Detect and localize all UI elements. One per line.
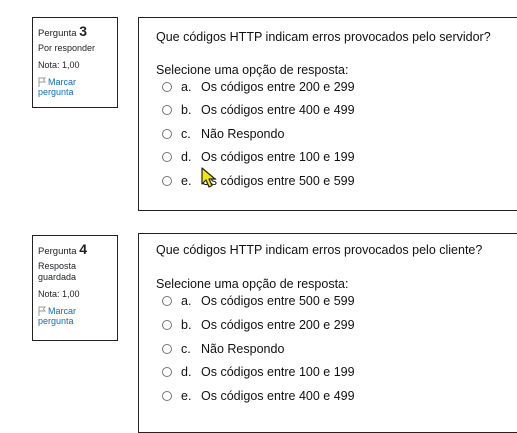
radio-button[interactable] [162, 367, 172, 377]
option-label[interactable]: Os códigos entre 500 e 599 [201, 174, 355, 188]
question-3-prompt: Selecione uma opção de resposta: [156, 63, 349, 77]
question-3-info: Pergunta 3 Por responder Nota: 1,00 Marc… [32, 17, 118, 108]
question-4-number: Pergunta 4 [38, 242, 113, 259]
question-3-number: Pergunta 3 [38, 24, 113, 41]
question-4-option-c[interactable]: c. Não Respondo [162, 340, 284, 358]
question-4-option-a[interactable]: a. Os códigos entre 500 e 599 [162, 292, 355, 310]
flag-label-line1: Marcar [48, 77, 77, 87]
option-letter: a. [181, 80, 192, 94]
option-label[interactable]: Os códigos entre 500 e 599 [201, 294, 355, 308]
radio-button[interactable] [162, 320, 172, 330]
mouse-pointer-icon [201, 167, 216, 188]
option-letter: c. [181, 127, 191, 141]
option-letter: d. [181, 365, 192, 379]
option-label[interactable]: Não Respondo [201, 342, 284, 356]
option-label[interactable]: Não Respondo [201, 127, 284, 141]
option-letter: e. [181, 174, 192, 188]
radio-button[interactable] [162, 296, 172, 306]
radio-button[interactable] [162, 176, 172, 186]
option-letter: b. [181, 318, 192, 332]
flag-icon [38, 306, 46, 316]
question-4-state: Resposta guardada [38, 261, 113, 283]
option-letter: c. [181, 342, 191, 356]
question-3-option-c[interactable]: c. Não Respondo [162, 125, 284, 143]
option-label[interactable]: Os códigos entre 400 e 499 [201, 389, 355, 403]
question-3-option-a[interactable]: a. Os códigos entre 200 e 299 [162, 78, 355, 96]
radio-button[interactable] [162, 105, 172, 115]
radio-button[interactable] [162, 129, 172, 139]
state-line1: Resposta [38, 261, 77, 271]
question-4-option-b[interactable]: b. Os códigos entre 200 e 299 [162, 316, 355, 334]
question-3-state: Por responder [38, 43, 96, 53]
question-3-option-d[interactable]: d. Os códigos entre 100 e 199 [162, 148, 355, 166]
question-3-option-e[interactable]: e. Os códigos entre 500 e 599 [162, 172, 355, 190]
question-number: 4 [79, 241, 87, 257]
question-3-text: Que códigos HTTP indicam erros provocado… [156, 30, 491, 44]
question-3-option-b[interactable]: b. Os códigos entre 400 e 499 [162, 101, 355, 119]
question-3-grade: Nota: 1,00 [38, 60, 80, 70]
flag-question-4-link[interactable]: Marcar pergunta [38, 306, 113, 326]
question-label: Pergunta [38, 246, 77, 257]
question-label: Pergunta [38, 28, 77, 39]
radio-button[interactable] [162, 82, 172, 92]
question-4-text: Que códigos HTTP indicam erros provocado… [156, 243, 483, 257]
flag-icon [38, 77, 46, 87]
option-letter: b. [181, 103, 192, 117]
state-line2: guardada [38, 272, 77, 282]
option-letter: d. [181, 150, 192, 164]
question-number: 3 [79, 23, 87, 39]
flag-label-line1: Marcar [48, 306, 77, 316]
option-label[interactable]: Os códigos entre 400 e 499 [201, 103, 355, 117]
question-3-content: Que códigos HTTP indicam erros provocado… [138, 17, 517, 211]
question-4-option-d[interactable]: d. Os códigos entre 100 e 199 [162, 363, 355, 381]
option-label[interactable]: Os códigos entre 100 e 199 [201, 150, 355, 164]
question-4-option-e[interactable]: e. Os códigos entre 400 e 499 [162, 387, 355, 405]
option-letter: a. [181, 294, 192, 308]
option-label[interactable]: Os códigos entre 200 e 299 [201, 80, 355, 94]
question-4-content: Que códigos HTTP indicam erros provocado… [138, 233, 517, 433]
flag-question-3-link[interactable]: Marcar pergunta [38, 77, 113, 97]
question-4-info: Pergunta 4 Resposta guardada Nota: 1,00 … [32, 235, 118, 341]
radio-button[interactable] [162, 152, 172, 162]
radio-button[interactable] [162, 344, 172, 354]
flag-label-line2: pergunta [38, 87, 74, 97]
question-4-grade: Nota: 1,00 [38, 289, 80, 299]
flag-label-line2: pergunta [38, 316, 74, 326]
radio-button[interactable] [162, 391, 172, 401]
question-4-prompt: Selecione uma opção de resposta: [156, 277, 349, 291]
option-label[interactable]: Os códigos entre 100 e 199 [201, 365, 355, 379]
option-label[interactable]: Os códigos entre 200 e 299 [201, 318, 355, 332]
option-letter: e. [181, 389, 192, 403]
